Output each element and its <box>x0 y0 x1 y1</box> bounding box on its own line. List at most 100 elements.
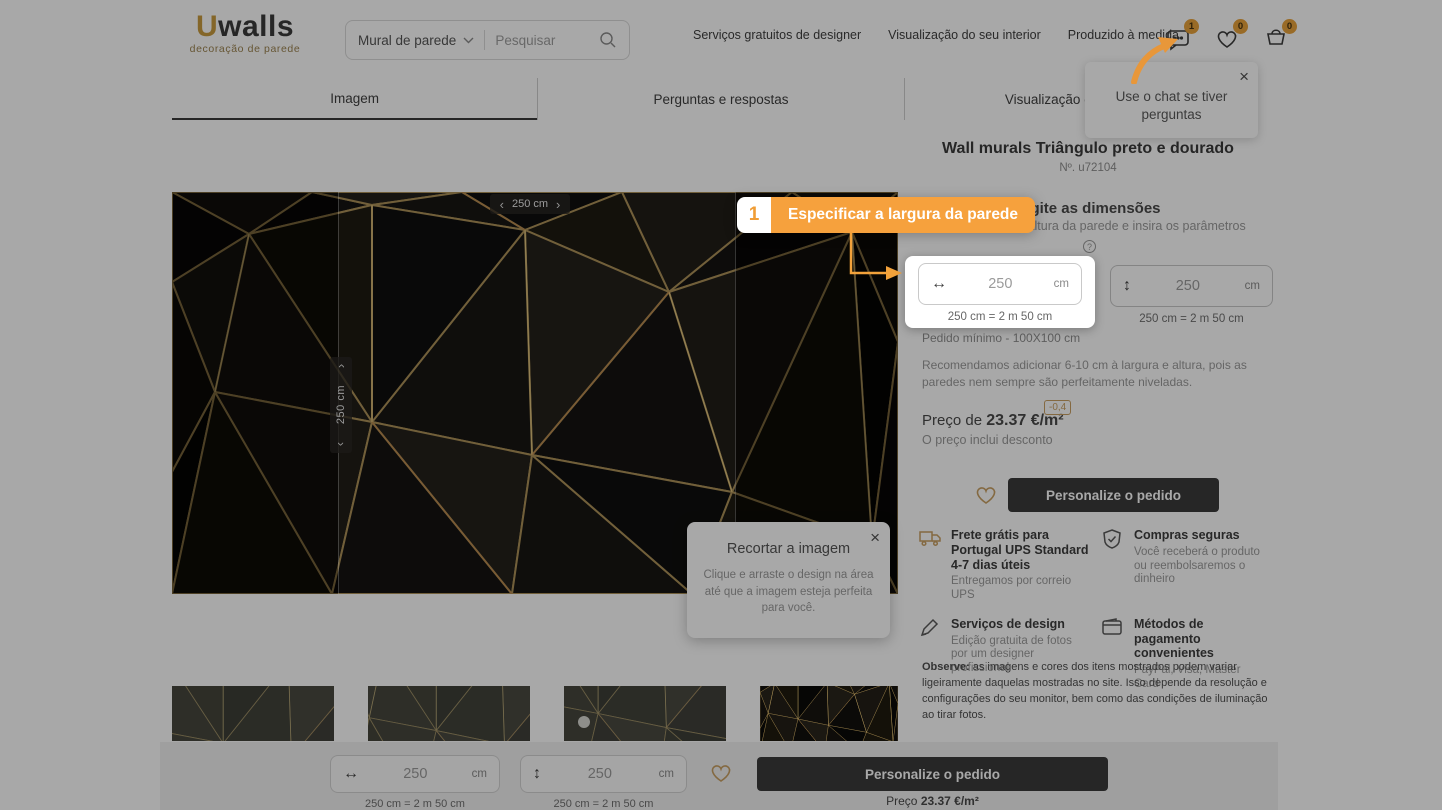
width-unit: cm <box>472 768 487 780</box>
bottom-price-value: 23.37 €/m² <box>921 794 979 808</box>
observe-body: as imagens e cores dos itens mostrados p… <box>922 661 1267 721</box>
feature-title: Métodos de pagamento convenientes <box>1134 617 1271 661</box>
personalize-order-button-bottom[interactable]: Personalize o pedido <box>757 757 1108 791</box>
logo-rest: walls <box>218 10 294 43</box>
search-divider <box>484 30 485 50</box>
feature-secure: Compras seguras Você receberá o produto … <box>1102 528 1271 603</box>
height-ruler: › 250 cm › <box>330 357 352 453</box>
header: Uwalls decoração de parede Mural de pare… <box>0 0 1442 70</box>
width-conversion: 250 cm = 2 m 50 cm <box>918 311 1082 323</box>
tutorial-arrow <box>840 233 910 285</box>
header-icons: 1 0 0 <box>1165 26 1289 52</box>
bottom-price-line: Preço 23.37 €/m² <box>757 794 1108 808</box>
height-conversion: 250 cm = 2 m 50 cm <box>1110 313 1273 325</box>
height-unit: cm <box>1245 280 1260 292</box>
height-input[interactable] <box>1131 278 1245 294</box>
feature-body: Você receberá o produto ou reembolsaremo… <box>1134 546 1264 587</box>
min-order-note: Pedido mínimo - 100X100 cm <box>922 331 1080 345</box>
feature-shipping: Frete grátis para Portugal UPS Standard … <box>919 528 1102 603</box>
tutorial-step-callout: 1 Especificar a largura da parede <box>737 197 1035 233</box>
wishlist-icon[interactable]: 0 <box>1214 26 1240 52</box>
tab-questions[interactable]: Perguntas e respostas <box>537 78 903 120</box>
feature-title: Compras seguras <box>1134 528 1264 543</box>
height-unit: cm <box>659 768 674 780</box>
page: Uwalls decoração de parede Mural de pare… <box>0 0 1442 810</box>
logo-wordmark: Uwalls <box>185 12 305 42</box>
height-arrow-icon: ↕ <box>533 765 541 783</box>
search-bar: Mural de parede <box>345 20 630 60</box>
chat-badge: 1 <box>1184 19 1199 34</box>
discount-badge: -0,4 <box>1044 400 1071 415</box>
thumbnail-tint <box>368 686 530 741</box>
chevron-right-icon[interactable]: › <box>556 197 560 212</box>
feature-title: Serviços de design <box>951 617 1081 632</box>
nav-designer-services[interactable]: Serviços gratuitos de designer <box>693 28 861 42</box>
bottom-width-field: ↔ cm <box>330 755 500 793</box>
shield-icon <box>1102 528 1124 603</box>
product-sku: Nº. u72104 <box>905 162 1271 174</box>
search-category-select[interactable]: Mural de parede <box>358 33 474 48</box>
help-icon[interactable]: ? <box>1083 240 1096 253</box>
bottom-width-group: ↔ cm 250 cm = 2 m 50 cm <box>330 755 500 810</box>
bottom-price-prefix: Preço <box>886 794 921 808</box>
wishlist-badge: 0 <box>1233 19 1248 34</box>
close-icon[interactable]: × <box>870 529 880 546</box>
height-arrow-icon: ↕ <box>1123 277 1131 295</box>
observe-note: Observe: as imagens e cores dos itens mo… <box>922 660 1270 724</box>
logo[interactable]: Uwalls decoração de parede <box>185 12 305 55</box>
product-panel: Wall murals Triângulo preto e dourado Nº… <box>905 140 1271 174</box>
personalize-order-button[interactable]: Personalize o pedido <box>1008 478 1219 512</box>
observe-label: Observe: <box>922 661 970 673</box>
lamp-decor <box>578 716 590 728</box>
cart-icon[interactable]: 0 <box>1263 26 1289 52</box>
chevron-down-icon <box>463 37 474 44</box>
height-field: ↕ cm <box>1110 265 1273 307</box>
chevron-left-icon[interactable]: ‹ <box>500 197 504 212</box>
width-input[interactable] <box>947 276 1054 292</box>
thumbnail-interior-3[interactable] <box>564 686 726 741</box>
header-nav: Serviços gratuitos de designer Visualiza… <box>693 0 1179 70</box>
crop-popup-body: Clique e arraste o design na área até qu… <box>701 567 876 617</box>
width-field: ↔ cm <box>918 263 1082 305</box>
search-icon[interactable] <box>599 31 617 49</box>
chat-pointer-arrow <box>1128 36 1182 84</box>
width-arrow-icon: ↔ <box>931 275 947 293</box>
chevron-up-icon[interactable]: › <box>335 364 347 368</box>
height-ruler-label: 250 cm <box>335 385 347 424</box>
truck-icon <box>919 528 941 603</box>
price-prefix: Preço de <box>922 412 986 429</box>
search-input[interactable] <box>495 33 599 48</box>
thumbnail-tint <box>564 686 726 741</box>
product-title: Wall murals Triângulo preto e dourado <box>905 140 1271 158</box>
favorite-icon[interactable] <box>973 482 999 506</box>
nav-interior-preview[interactable]: Visualização do seu interior <box>888 28 1041 42</box>
feature-body: Entregamos por correio UPS <box>951 575 1081 603</box>
bottom-height-input[interactable] <box>541 766 659 782</box>
bottom-height-group: ↕ cm 250 cm = 2 m 50 cm <box>520 755 687 810</box>
price-line: Preço de 23.37 €/m² <box>922 412 1064 430</box>
chevron-down-icon[interactable]: › <box>335 442 347 446</box>
feature-title: Frete grátis para Portugal UPS Standard … <box>951 528 1102 572</box>
thumbnail-pattern[interactable] <box>760 686 898 741</box>
bottom-height-field: ↕ cm <box>520 755 687 793</box>
tutorial-step-label[interactable]: Especificar a largura da parede <box>771 197 1035 233</box>
width-field-highlight: ↔ cm 250 cm = 2 m 50 cm <box>905 256 1095 328</box>
thumbnail-strip <box>172 686 898 741</box>
favorite-icon[interactable] <box>708 760 734 784</box>
logo-u: U <box>196 10 218 43</box>
price-row: -0,4 Preço de 23.37 €/m² O preço inclui … <box>922 412 1064 447</box>
crop-popup-title: Recortar a imagem <box>687 541 890 557</box>
close-icon[interactable]: × <box>1239 68 1249 85</box>
thumbnail-interior-2[interactable] <box>368 686 530 741</box>
bottom-height-conversion: 250 cm = 2 m 50 cm <box>520 798 687 810</box>
price-note: O preço inclui desconto <box>922 433 1064 447</box>
bottom-bar: ↔ cm 250 cm = 2 m 50 cm ↕ cm 250 cm = 2 … <box>160 742 1278 810</box>
width-arrow-icon: ↔ <box>343 765 359 783</box>
crop-popup: × Recortar a imagem Clique e arraste o d… <box>687 522 890 638</box>
height-field-group: ↕ cm 250 cm = 2 m 50 cm <box>1110 265 1273 325</box>
thumbnail-interior-1[interactable] <box>172 686 334 741</box>
bottom-width-input[interactable] <box>359 766 472 782</box>
thumbnail-tint <box>172 686 334 741</box>
tab-image[interactable]: Imagem <box>172 78 537 120</box>
logo-tagline: decoração de parede <box>185 43 305 55</box>
